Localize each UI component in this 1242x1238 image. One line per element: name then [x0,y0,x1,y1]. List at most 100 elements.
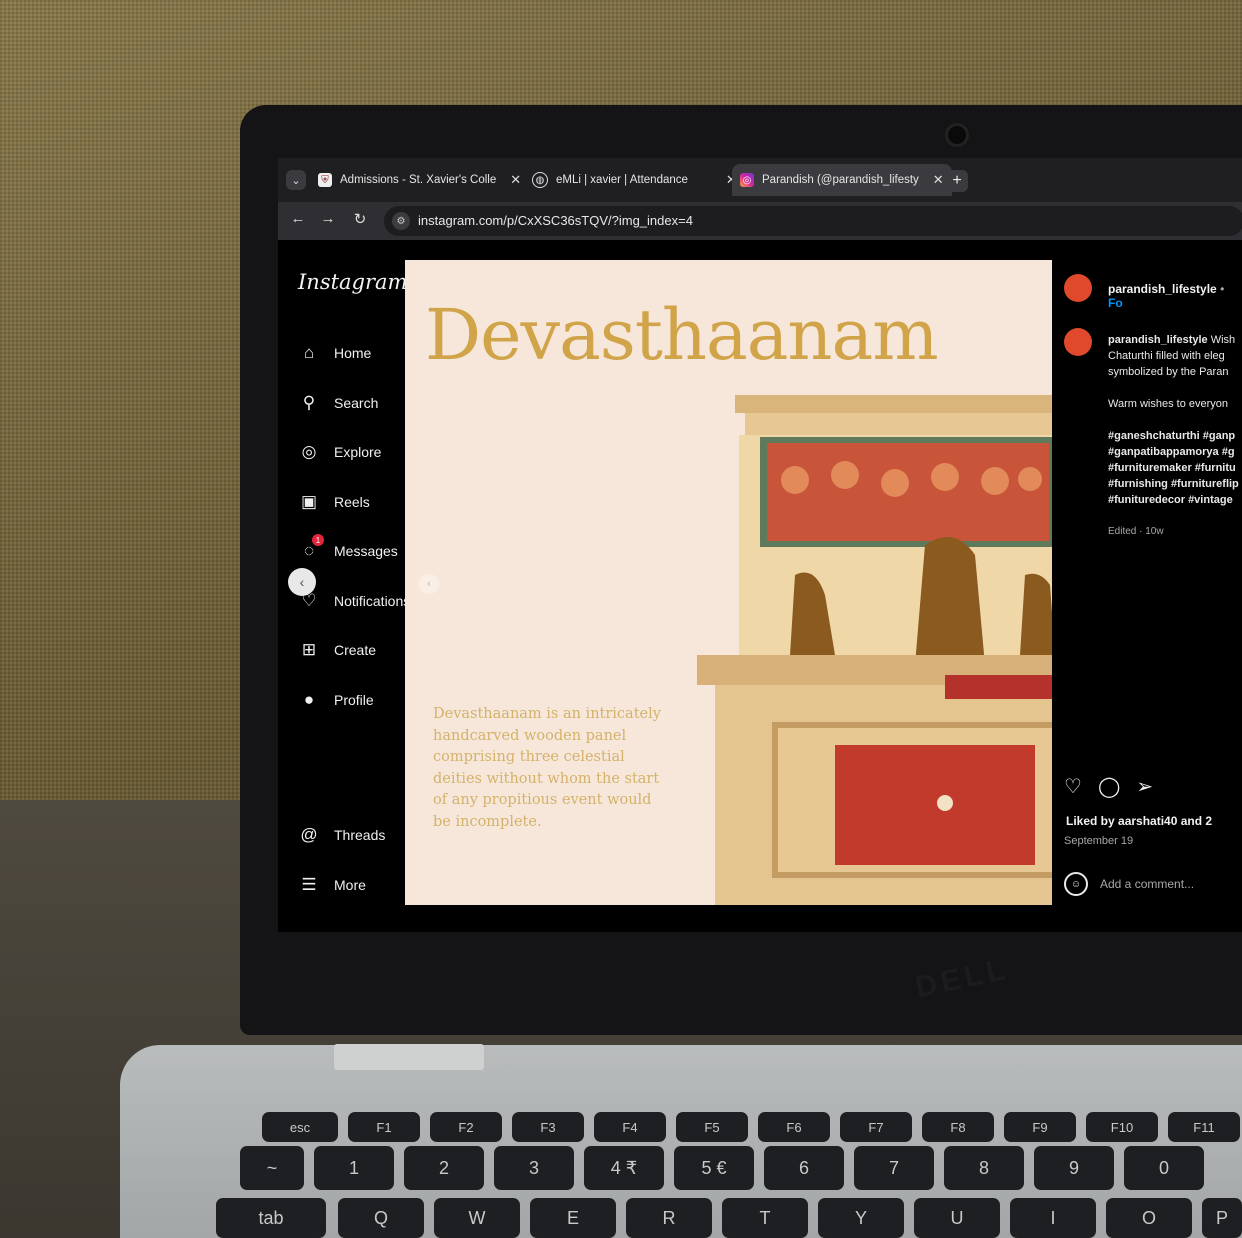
tab-attendance[interactable]: ◍ eMLi | xavier | Attendance ✕ [532,164,737,196]
comment-icon[interactable]: ◯ [1098,774,1120,799]
reload-icon[interactable]: ↻ [350,210,370,228]
home-icon: ⌂ [303,343,315,362]
edited-timestamp: Edited · 10w [1108,526,1164,537]
key-7[interactable]: 7 [854,1146,934,1190]
nav-explore[interactable]: ◎ Explore [298,441,382,463]
reels-icon: ▣ [300,492,318,511]
unread-badge: 1 [312,534,324,546]
key-8[interactable]: 8 [944,1146,1024,1190]
key-3[interactable]: 3 [494,1146,574,1190]
messenger-icon: ◌ 1 [298,534,324,562]
search-icon: ⚲ [302,393,316,412]
nav-messages[interactable]: ◌ 1 Messages [298,534,398,562]
nav-home[interactable]: ⌂ Home [298,342,372,364]
caption-greeting: Warm wishes to everyon [1108,398,1229,410]
url-text: instagram.com/p/CxXSC36sTQV/?img_index=4 [418,213,693,228]
key-t[interactable]: T [722,1198,808,1238]
key-w[interactable]: W [434,1198,520,1238]
tab-admissions[interactable]: ⛨ Admissions - St. Xavier's Colle ✕ [318,164,521,196]
caption-hashtags[interactable]: #ganeshchaturthi #ganp #ganpatibappamory… [1108,428,1242,508]
nav-more[interactable]: ☰ More [298,874,366,896]
key-f9[interactable]: F9 [1004,1112,1076,1142]
menu-icon: ☰ [301,875,317,894]
key-f1[interactable]: F1 [348,1112,420,1142]
key-0[interactable]: 0 [1124,1146,1204,1190]
key-e[interactable]: E [530,1198,616,1238]
key-f3[interactable]: F3 [512,1112,584,1142]
key-f7[interactable]: F7 [840,1112,912,1142]
close-tab-icon[interactable]: ✕ [510,172,521,188]
previous-post-button[interactable]: ‹ [288,568,316,596]
post-date: September 19 [1064,835,1134,847]
back-arrow-icon[interactable]: ← [288,210,308,227]
nav-reels[interactable]: ▣ Reels [298,491,370,513]
hinge [334,1044,484,1070]
key-esc[interactable]: esc [262,1112,338,1142]
key-f10[interactable]: F10 [1086,1112,1158,1142]
nav-notifications[interactable]: ♡ Notifications [298,590,410,612]
close-tab-icon[interactable]: ✕ [933,172,944,188]
address-bar[interactable]: ⚙ instagram.com/p/CxXSC36sTQV/?img_index… [384,206,1242,236]
forward-arrow-icon[interactable]: → [318,210,338,227]
avatar-icon: ● [303,690,315,709]
author-username[interactable]: parandish_lifestyle • Fo [1108,282,1242,310]
key-f6[interactable]: F6 [758,1112,830,1142]
compass-icon: ◎ [301,442,317,461]
key-y[interactable]: Y [818,1198,904,1238]
site-info-icon[interactable]: ⚙ [392,212,410,230]
key-r[interactable]: R [626,1198,712,1238]
instagram-page: Instagram ⌂ Home ⚲ Search ◎ Explore ▣ Re… [278,240,1242,932]
tab-title: Parandish (@parandish_lifesty [762,174,919,186]
emoji-icon[interactable]: ☺ [1064,872,1088,896]
post-image: Devasthaanam ‹ Devasthaanam is an intric… [405,260,1052,905]
laptop-screen: ⌄ ⛨ Admissions - St. Xavier's Colle ✕ ◍ … [278,158,1242,932]
key-u[interactable]: U [914,1198,1000,1238]
key-1[interactable]: 1 [314,1146,394,1190]
key-5[interactable]: 5 € [674,1146,754,1190]
browser-tab-strip: ⌄ ⛨ Admissions - St. Xavier's Colle ✕ ◍ … [278,158,1242,202]
follow-button[interactable]: Fo [1108,296,1123,310]
key-f5[interactable]: F5 [676,1112,748,1142]
key-i[interactable]: I [1010,1198,1096,1238]
key-2[interactable]: 2 [404,1146,484,1190]
key-4[interactable]: 4 ₹ [584,1146,664,1190]
post-description: Devasthaanam is an intricately handcarve… [433,706,661,830]
webcam [948,126,966,144]
tab-search-menu-button[interactable]: ⌄ [286,170,306,190]
globe-icon: ◍ [532,172,548,188]
post-caption: parandish_lifestyle Wish Chaturthi fille… [1108,332,1242,556]
carousel-prev-icon[interactable]: ‹ [419,574,439,594]
key-o[interactable]: O [1106,1198,1192,1238]
key-p[interactable]: P [1202,1198,1242,1238]
nav-search[interactable]: ⚲ Search [298,392,379,414]
instagram-logo[interactable]: Instagram [298,270,407,294]
key-q[interactable]: Q [338,1198,424,1238]
share-icon[interactable]: ➢ [1136,774,1153,799]
post-sidebar: parandish_lifestyle • Fo parandish_lifes… [1052,260,1242,905]
nav-threads[interactable]: @ Threads [298,824,385,846]
key-f11[interactable]: F11 [1168,1112,1240,1142]
key-tab[interactable]: tab [216,1198,326,1238]
key-f4[interactable]: F4 [594,1112,666,1142]
caption-avatar[interactable] [1064,328,1092,356]
key-9[interactable]: 9 [1034,1146,1114,1190]
key-f2[interactable]: F2 [430,1112,502,1142]
college-crest-icon: ⛨ [318,173,332,187]
post-title: Devasthaanam [425,294,939,376]
browser-toolbar: ← → ↻ ⚙ instagram.com/p/CxXSC36sTQV/?img… [278,202,1242,240]
tab-title: eMLi | xavier | Attendance [556,174,688,186]
post-actions: ♡ ◯ ➢ [1064,774,1153,799]
key-6[interactable]: 6 [764,1146,844,1190]
nav-profile[interactable]: ● Profile [298,689,374,711]
like-heart-icon[interactable]: ♡ [1064,774,1082,799]
tab-instagram[interactable]: ◎ Parandish (@parandish_lifesty ✕ [732,164,952,196]
add-comment-field[interactable]: ☺ Add a comment... [1064,872,1194,896]
new-tab-button[interactable]: + [946,170,968,192]
author-avatar[interactable] [1064,274,1092,302]
key-tilde[interactable]: ~ [240,1146,304,1190]
key-f8[interactable]: F8 [922,1112,994,1142]
threads-icon: @ [300,825,318,844]
caption-username[interactable]: parandish_lifestyle [1108,334,1208,346]
likes-summary[interactable]: Liked by aarshati40 and 2 [1066,814,1212,828]
nav-create[interactable]: ⊞ Create [298,639,376,661]
